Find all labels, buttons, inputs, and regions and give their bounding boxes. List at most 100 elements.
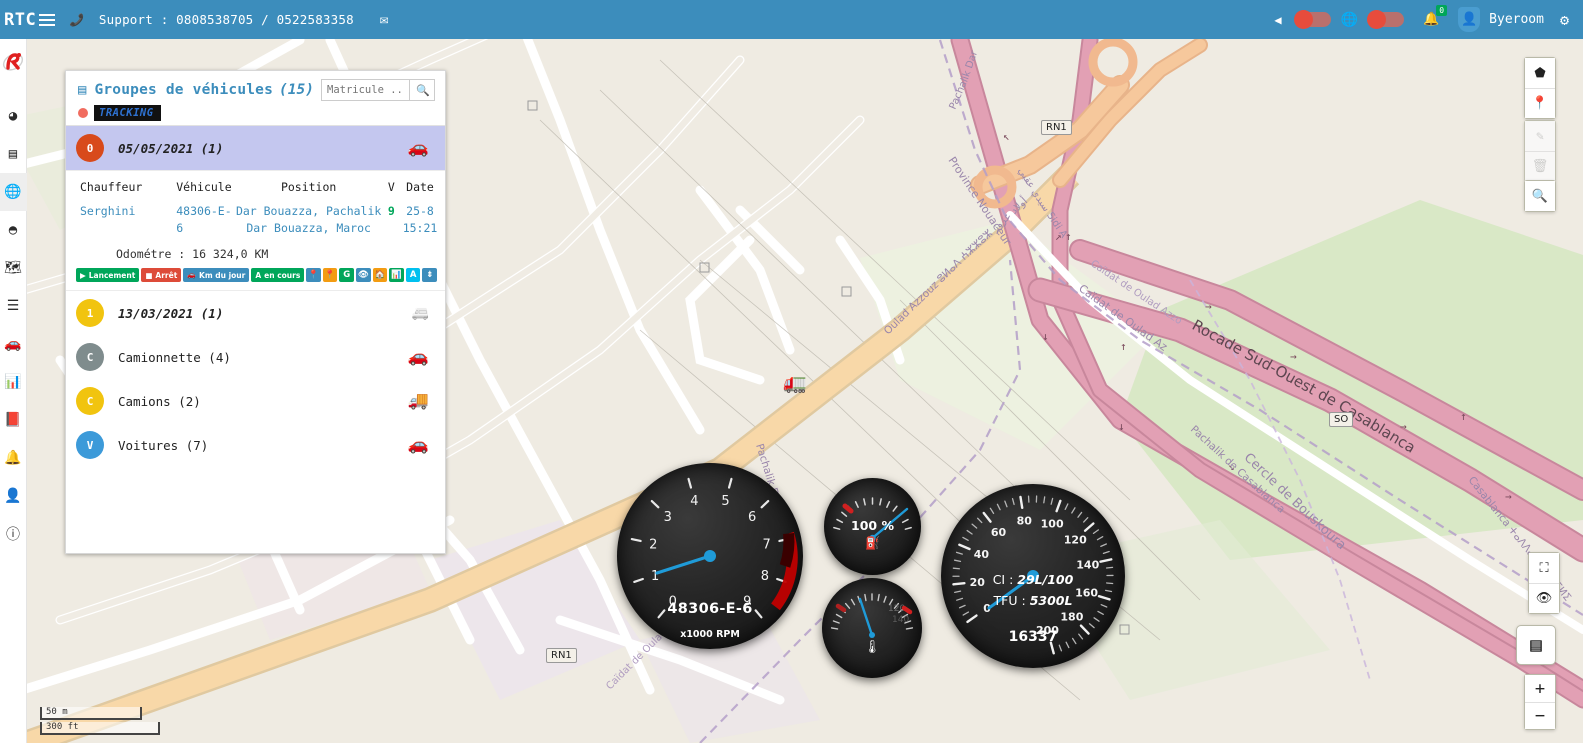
- visibility-button[interactable]: 👁: [1529, 583, 1559, 613]
- fullscreen-button[interactable]: ⛶: [1529, 553, 1559, 583]
- col-position: Position: [280, 180, 337, 194]
- svg-text:→: →: [1290, 350, 1297, 363]
- svg-text:120: 120: [1064, 533, 1087, 546]
- svg-text:80: 80: [1017, 515, 1033, 528]
- google-button[interactable]: G: [339, 268, 355, 283]
- notifications-bell[interactable]: 🔔 0: [1423, 5, 1448, 27]
- top-navigation-bar: RTC 📞 Support : 0808538705 / 0522583358 …: [0, 0, 1583, 39]
- layers-button[interactable]: ▤: [1516, 625, 1556, 665]
- username-label[interactable]: Byeroom: [1489, 12, 1544, 27]
- search-input[interactable]: [321, 79, 409, 101]
- tachometer-needle: [655, 554, 712, 575]
- en-cours-label: en cours: [264, 270, 301, 280]
- temperature-needle: [858, 597, 874, 637]
- table-row[interactable]: Serghini 48306-E-6 Dar Bouazza, Pachalik…: [70, 201, 441, 238]
- panel-header: ▤ Groupes de véhicules (15) 🔍 TRACKING: [66, 71, 445, 126]
- col-vehicule: Véhicule: [176, 180, 232, 194]
- eye-button[interactable]: 👁: [356, 268, 371, 283]
- sidebar-item-list[interactable]: ☰: [0, 287, 27, 325]
- zoom-in-button[interactable]: +: [1525, 675, 1555, 702]
- sidebar-item-documents[interactable]: 📕: [0, 401, 27, 439]
- fuel-gauge[interactable]: 100 % ⛽: [824, 478, 921, 575]
- sidebar-item-vehicles[interactable]: 🚗: [0, 325, 27, 363]
- status-dot: [78, 108, 88, 118]
- chart-button[interactable]: 📊: [389, 268, 404, 283]
- map-pin-icon: 📍: [1531, 96, 1549, 111]
- group-row-3[interactable]: C Camions (2) 🚚: [66, 379, 445, 423]
- sidebar-item-statistics[interactable]: ◓: [0, 211, 27, 249]
- tfu-label: TFU :: [993, 593, 1026, 608]
- alert-icon: A: [255, 270, 262, 280]
- sidebar-item-reports[interactable]: 📊: [0, 363, 27, 401]
- km-du-jour-button[interactable]: 🚗 Km du jour: [183, 268, 250, 283]
- cell-chauffeur[interactable]: Serghini: [70, 201, 174, 238]
- fuel-value: 100 %: [851, 518, 894, 533]
- app-logo-icon[interactable]: [2, 51, 24, 77]
- toggle-switch-2[interactable]: [1366, 10, 1404, 29]
- search-button[interactable]: 🔍: [409, 79, 435, 101]
- sidebar-item-map[interactable]: 🗺: [0, 249, 27, 287]
- search-icon: 🔍: [1531, 188, 1549, 204]
- home-button[interactable]: 🏠: [372, 268, 388, 283]
- delete-button[interactable]: 🗑: [1525, 151, 1555, 181]
- sidebar-item-info[interactable]: ⓘ: [0, 515, 27, 553]
- zoom-out-button[interactable]: −: [1525, 702, 1555, 729]
- download-button[interactable]: ⇟: [422, 268, 438, 283]
- svg-text:8: 8: [761, 569, 769, 584]
- edit-tools-group: ✎ 🗑: [1524, 120, 1556, 182]
- play-icon: ▶: [80, 270, 86, 280]
- cell-vehicule[interactable]: 48306-E-6: [174, 201, 233, 238]
- group-row-1[interactable]: 1 13/03/2021 (1) 🚐: [66, 291, 445, 335]
- trash-icon: 🗑: [1531, 159, 1549, 174]
- svg-text:→: →: [1205, 300, 1212, 313]
- odometer-label: Odométre : 16 324,0 KM: [116, 247, 269, 262]
- tachometer-gauge[interactable]: 0123456789 48306-E-6 x1000 RPM: [617, 463, 803, 649]
- sidebar-item-globe[interactable]: 🌐: [0, 173, 27, 211]
- polygon-icon: ⬟: [1534, 65, 1546, 81]
- marker-orange-button[interactable]: 📍: [322, 268, 338, 283]
- fullscreen-icon: ⛶: [1539, 560, 1549, 576]
- cell-position[interactable]: Dar Bouazza, Pachalik Dar Bouazza, Maroc: [234, 201, 384, 238]
- vehicle-marker-truck[interactable]: 🚛: [783, 371, 807, 394]
- sidebar-item-alerts[interactable]: 🔔: [0, 439, 27, 477]
- hamburger-icon[interactable]: [39, 13, 55, 26]
- avatar-icon: 👤: [1461, 12, 1478, 27]
- edit-button[interactable]: ✎: [1525, 121, 1555, 151]
- temperature-gauge[interactable]: 120 140 🌡: [822, 578, 922, 678]
- en-cours-button[interactable]: Aen cours: [251, 268, 305, 283]
- draw-marker-button[interactable]: 📍: [1525, 88, 1555, 118]
- mail-icon[interactable]: ✉: [380, 12, 388, 28]
- speaker-icon[interactable]: ◀: [1274, 13, 1281, 27]
- sidebar-item-lines[interactable]: ▤: [0, 135, 27, 173]
- lancement-button[interactable]: ▶ Lancement: [76, 268, 140, 283]
- group-row-2[interactable]: C Camionnette (4) 🚗: [66, 335, 445, 379]
- toggle-switch-1[interactable]: [1293, 10, 1331, 29]
- view-tools-group: ⛶ 👁: [1528, 552, 1560, 614]
- brand-logo[interactable]: RTC: [0, 10, 36, 30]
- svg-text:4: 4: [690, 494, 698, 509]
- info-icon: ⓘ: [6, 527, 20, 543]
- draw-polygon-button[interactable]: ⬟: [1525, 58, 1555, 88]
- sidebar-item-dashboard[interactable]: ◕: [0, 97, 27, 135]
- gear-icon[interactable]: ⚙: [1560, 11, 1575, 29]
- group-row-4[interactable]: V Voitures (7) 🚗: [66, 423, 445, 467]
- group-row-0[interactable]: 0 05/05/2021 (1) 🚗: [66, 126, 445, 170]
- support-info: 📞 Support : 0808538705 / 0522583358: [69, 12, 354, 27]
- svg-text:↑: ↑: [1460, 410, 1467, 423]
- panel-body[interactable]: 0 05/05/2021 (1) 🚗 Chauffeur Véhicule Po…: [66, 126, 445, 553]
- map-search-button[interactable]: 🔍: [1525, 181, 1555, 211]
- speedometer-gauge[interactable]: 0 20 40 60 80 100 120 140 160 180 200 CI : 29L/100…: [941, 484, 1125, 668]
- group-initial: C: [86, 350, 94, 364]
- sidebar-item-users[interactable]: 👤: [0, 477, 27, 515]
- group-initial: C: [86, 394, 94, 408]
- avatar[interactable]: 👤: [1458, 7, 1481, 32]
- globe-icon[interactable]: 🌐: [1341, 12, 1358, 28]
- speedometer-icon: ◕: [8, 108, 18, 124]
- marker-blue-button[interactable]: 📍: [306, 268, 321, 283]
- svg-text:2: 2: [649, 538, 657, 553]
- svg-text:→: →: [1505, 490, 1512, 503]
- alert-button[interactable]: A: [405, 268, 421, 283]
- col-date: Date: [406, 180, 434, 194]
- arret-button[interactable]: ■ Arrêt: [141, 268, 182, 283]
- svg-text:↑: ↑: [1120, 340, 1127, 353]
